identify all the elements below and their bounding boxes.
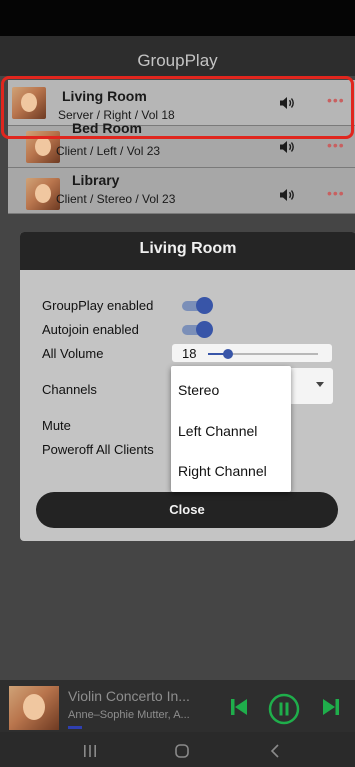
home-icon[interactable] bbox=[173, 742, 191, 760]
chevron-down-icon bbox=[316, 382, 324, 387]
more-options-icon[interactable]: ••• bbox=[327, 137, 345, 153]
volume-control: 18 bbox=[172, 344, 332, 362]
back-icon[interactable] bbox=[268, 743, 282, 759]
channel-option-stereo[interactable]: Stereo bbox=[178, 382, 219, 398]
groupplay-toggle[interactable] bbox=[182, 297, 213, 314]
volume-slider[interactable] bbox=[208, 349, 318, 359]
track-title: Violin Concerto In... bbox=[68, 688, 190, 704]
mute-label: Mute bbox=[42, 418, 71, 433]
volume-value: 18 bbox=[182, 346, 197, 361]
recent-apps-icon[interactable] bbox=[82, 743, 98, 759]
player-progress-indicator bbox=[68, 726, 82, 729]
skip-previous-icon[interactable] bbox=[229, 696, 249, 718]
channels-dropdown-menu: Stereo Left Channel Right Channel bbox=[171, 366, 291, 492]
dialog-title: Living Room bbox=[139, 240, 237, 257]
app-title: GroupPlay bbox=[137, 51, 218, 70]
all-volume-label: All Volume bbox=[42, 346, 104, 361]
channel-option-right[interactable]: Right Channel bbox=[178, 463, 267, 479]
dialog-header: Living Room bbox=[20, 232, 355, 270]
player-album-art bbox=[9, 686, 59, 730]
album-art-thumbnail bbox=[26, 178, 60, 210]
channel-option-left[interactable]: Left Channel bbox=[178, 423, 257, 439]
pause-icon[interactable] bbox=[267, 692, 301, 726]
device-detail: Client / Left / Vol 23 bbox=[56, 144, 161, 158]
autojoin-enabled-label: Autojoin enabled bbox=[42, 322, 139, 337]
device-detail: Client / Stereo / Vol 23 bbox=[56, 192, 176, 206]
track-artist: Anne–Sophie Mutter, A... bbox=[68, 709, 190, 721]
device-name: Library bbox=[72, 172, 120, 188]
volume-slider-handle[interactable] bbox=[223, 349, 233, 359]
poweroff-all-clients-label[interactable]: Poweroff All Clients bbox=[42, 442, 154, 457]
autojoin-toggle[interactable] bbox=[182, 321, 213, 338]
skip-next-icon[interactable] bbox=[321, 696, 341, 718]
speaker-icon[interactable] bbox=[279, 140, 295, 154]
channels-label: Channels bbox=[42, 382, 97, 397]
close-button[interactable]: Close bbox=[36, 492, 338, 528]
more-options-icon[interactable]: ••• bbox=[327, 185, 345, 201]
status-bar bbox=[0, 0, 355, 36]
selection-highlight bbox=[1, 76, 354, 139]
speaker-icon[interactable] bbox=[279, 188, 295, 202]
close-button-label: Close bbox=[169, 502, 205, 517]
device-row-library[interactable]: Library Client / Stereo / Vol 23 ••• bbox=[8, 168, 355, 214]
groupplay-enabled-label: GroupPlay enabled bbox=[42, 298, 154, 313]
